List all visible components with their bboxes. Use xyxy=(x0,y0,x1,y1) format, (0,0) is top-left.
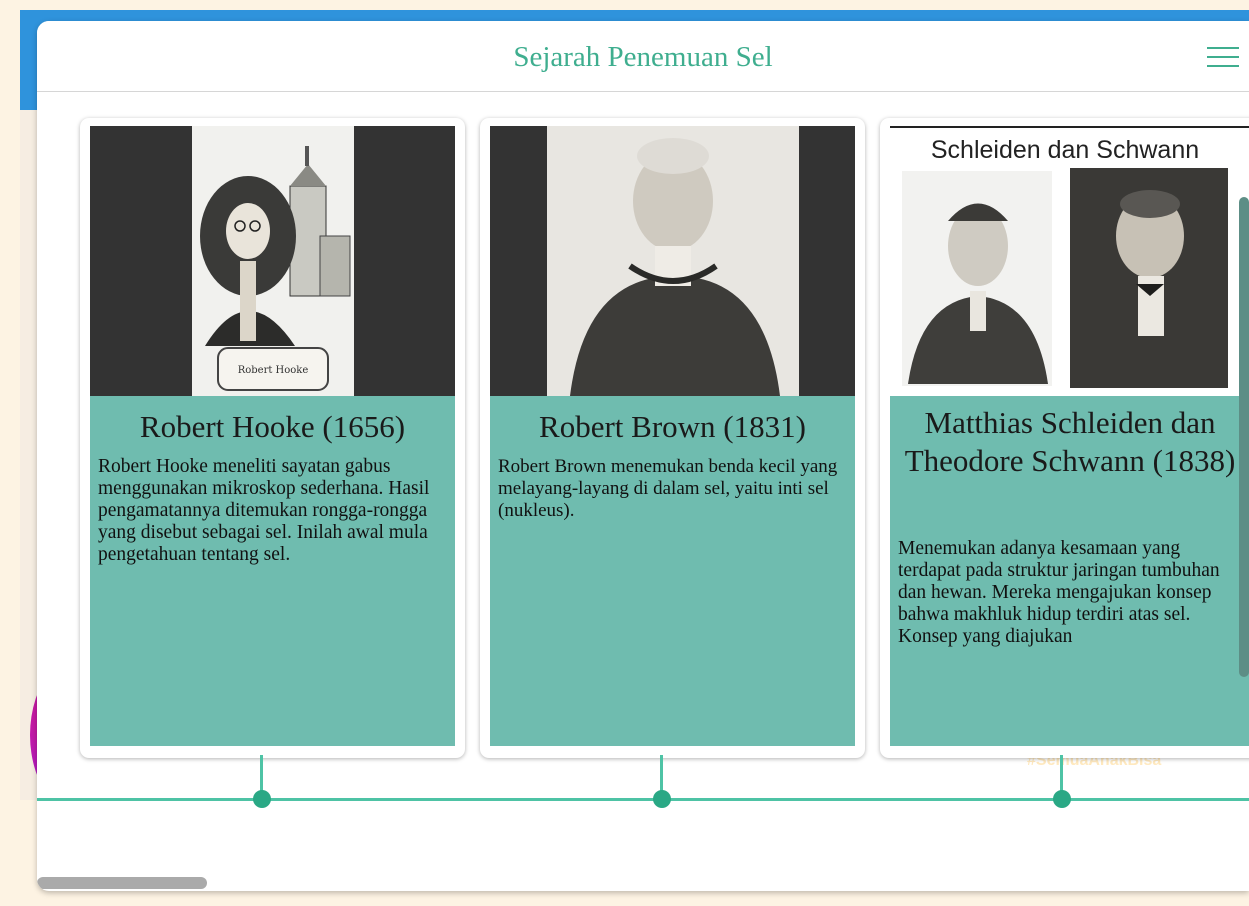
timeline-panel: Sejarah Penemuan Sel #SemuaAnakBisa Robe… xyxy=(37,21,1249,891)
robert-brown-portrait xyxy=(490,126,855,396)
timeline-card-hooke[interactable]: Robert Hooke Robert Hooke (1656) Robert … xyxy=(80,118,465,758)
hamburger-menu-icon[interactable] xyxy=(1207,47,1239,67)
vertical-scrollbar[interactable] xyxy=(1239,197,1249,677)
card-description: Robert Brown menemukan benda kecil yang … xyxy=(498,456,838,521)
card-title: Robert Hooke (1656) xyxy=(139,409,406,444)
schleiden-schwann-portraits: Schleiden dan Schwann xyxy=(890,126,1249,396)
horizontal-scrollbar[interactable] xyxy=(37,877,207,889)
card-body: Robert Brown (1831) Robert Brown menemuk… xyxy=(490,126,855,746)
card-body: Schleiden dan Schwann Matthias Schleiden… xyxy=(890,126,1249,746)
svg-text:Schleiden dan Schwann: Schleiden dan Schwann xyxy=(931,136,1199,164)
card-body: Robert Hooke Robert Hooke (1656) Robert … xyxy=(90,126,455,746)
timeline-card-brown[interactable]: Robert Brown (1831) Robert Brown menemuk… xyxy=(480,118,865,758)
timeline-marker[interactable] xyxy=(1053,790,1071,808)
timeline-marker[interactable] xyxy=(653,790,671,808)
card-description: Robert Hooke meneliti sayatan gabus meng… xyxy=(98,456,430,565)
page-title: Sejarah Penemuan Sel xyxy=(513,41,773,73)
timeline-stage[interactable]: #SemuaAnakBisa Robert Hooke Robert Hooke… xyxy=(37,92,1249,850)
card-description: Menemukan adanya kesamaan yang terdapat … xyxy=(898,538,1220,647)
card-title: Matthias Schleiden dan Theodore Schwann … xyxy=(904,405,1236,478)
timeline-marker[interactable] xyxy=(253,790,271,808)
header-bar: Sejarah Penemuan Sel xyxy=(37,21,1249,92)
card-title: Robert Brown (1831) xyxy=(539,409,806,444)
timeline-card-schleiden-schwann[interactable]: Schleiden dan Schwann Matthias Schleiden… xyxy=(880,118,1249,758)
robert-hooke-portrait: Robert Hooke xyxy=(90,126,455,396)
svg-text:Robert Hooke: Robert Hooke xyxy=(238,365,309,376)
